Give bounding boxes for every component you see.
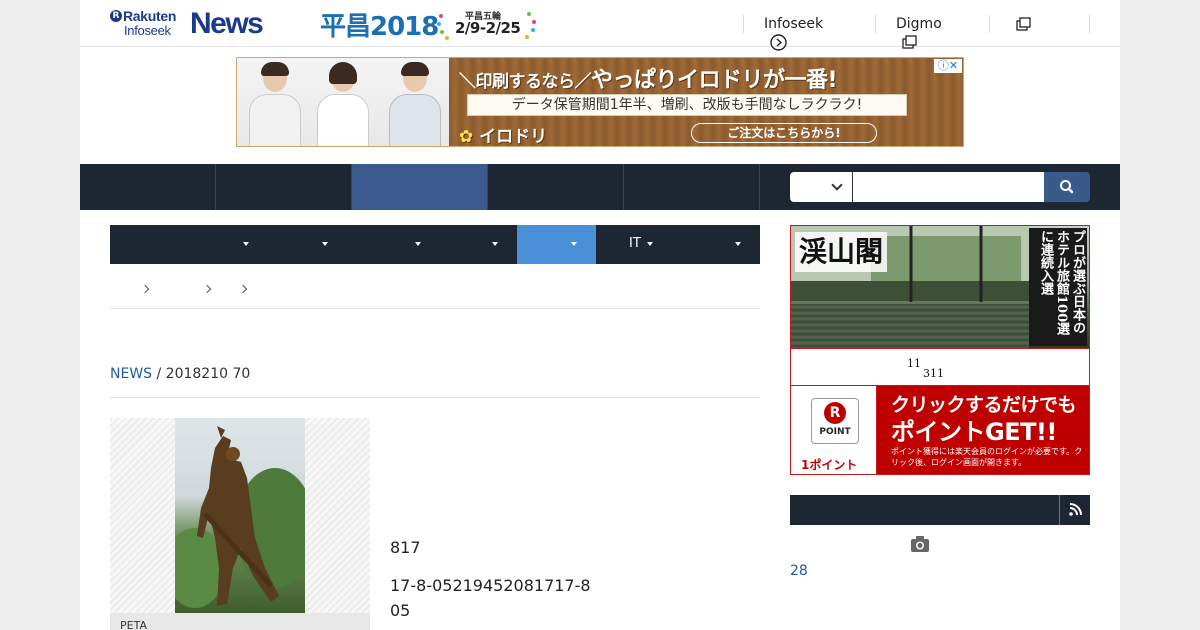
article-paragraph: 817 <box>390 538 421 557</box>
point-ad[interactable]: R POINT 1ポイント クリックするだけでも ポイントGET!! ポイント獲… <box>791 386 1089 474</box>
main-nav-tab-4[interactable] <box>488 164 624 210</box>
caret-down-icon[interactable] <box>571 242 577 246</box>
rakuten-mark-icon: R <box>110 10 122 22</box>
banner-headline: ＼印刷するなら／やっぱりイロドリが一番! <box>459 62 838 94</box>
banner-brand-name: イロドリ <box>479 127 548 147</box>
category-navigation: IT <box>110 225 760 264</box>
caret-down-icon[interactable] <box>735 242 741 246</box>
banner-ad[interactable]: ＼印刷するなら／やっぱりイロドリが一番! データ保管期間1年半、増刷、改版も手間… <box>236 57 964 147</box>
hotel-ad-line-b: 311 <box>923 367 944 380</box>
infoseek-link[interactable]: Infoseek <box>743 15 824 51</box>
rss-button[interactable] <box>1059 495 1090 525</box>
hotel-ad-line-a: 11 <box>907 357 921 370</box>
banner-tagline: データ保管期間1年半、増刷、改版も手間なしラクラク! <box>467 94 907 116</box>
main-navigation <box>80 164 1120 210</box>
point-ad-message: クリックするだけでも ポイントGET!! ポイント獲得には楽天会員のログインが必… <box>877 386 1089 474</box>
digmo-link[interactable]: Digmo <box>875 15 942 49</box>
infoseek-link-label: Infoseek <box>764 16 824 32</box>
ad-choices-icon[interactable]: ⓘ✕ <box>934 59 962 73</box>
logo-product-news: News <box>190 7 264 40</box>
rss-icon <box>1069 503 1082 516</box>
search-form <box>790 172 1090 202</box>
person-figure-1 <box>245 62 305 146</box>
site-logo[interactable]: R Rakuten Infoseek News <box>110 7 264 40</box>
chevron-down-icon <box>831 179 843 191</box>
category-tab-active[interactable] <box>517 225 596 264</box>
header-divider <box>1089 15 1090 33</box>
image-caption: PETA <box>110 613 370 630</box>
main-nav-tab-5[interactable] <box>624 164 760 210</box>
search-input[interactable] <box>852 172 1044 202</box>
rakuten-r-icon: R <box>824 402 846 424</box>
article-date: / 2018210 70 <box>152 366 251 382</box>
bath-water-image <box>791 304 1029 348</box>
arrow-circle-right-icon <box>770 33 787 51</box>
point-amount: 1ポイント <box>801 458 858 472</box>
ranking-item-number[interactable]: 28 <box>790 563 808 579</box>
banner-wood-panel: ＼印刷するなら／やっぱりイロドリが一番! データ保管期間1年半、増刷、改版も手間… <box>449 58 963 147</box>
caret-down-icon[interactable] <box>243 242 249 246</box>
banner-headline-main: やっぱりイロドリが一番! <box>591 68 838 93</box>
olympics-title: 平昌2018 <box>320 12 439 42</box>
hotel-ad-image: 渓山閣 プロが選ぶ日本のホテル旅館100選に連続入選 <box>791 226 1089 348</box>
digmo-link-label: Digmo <box>896 16 942 32</box>
main-nav-tab-1[interactable] <box>80 164 216 210</box>
statue-figure-icon <box>175 426 305 608</box>
article-meta: NEWS / 2018210 70 <box>110 366 760 398</box>
point-ad-line2: ポイントGET!! <box>891 418 1057 446</box>
site-header: R Rakuten Infoseek News 平昌2018 平昌五輪 2/9-… <box>80 0 1120 51</box>
point-badge-label: POINT <box>819 427 851 437</box>
category-item-it[interactable]: IT <box>629 236 641 251</box>
caret-down-icon[interactable] <box>647 242 653 246</box>
category-item-it-label: IT <box>629 236 641 251</box>
search-scope-select[interactable] <box>790 172 852 202</box>
logo-brand-infoseek: Infoseek <box>124 23 171 38</box>
window-stack-icon <box>902 35 917 49</box>
page: R Rakuten Infoseek News 平昌2018 平昌五輪 2/9-… <box>80 0 1120 630</box>
main-nav-tab-2[interactable] <box>216 164 352 210</box>
banner-order-button[interactable]: ご注文はこちらから! <box>691 123 877 143</box>
rakuten-point-badge: R POINT <box>811 398 859 444</box>
caret-down-icon[interactable] <box>322 242 328 246</box>
logo-brand-rakuten: Rakuten <box>123 8 177 24</box>
chevron-right-icon <box>140 284 150 294</box>
banner-people-image <box>237 58 449 146</box>
external-window-link[interactable] <box>989 15 1031 33</box>
article-paragraph: 17-8-05219452081717-805 <box>390 576 591 620</box>
main-nav-tab-3-active[interactable] <box>352 164 488 210</box>
flower-icon: ✿ <box>459 127 474 147</box>
olympics-promo-link[interactable]: 平昌2018 平昌五輪 2/9-2/25 <box>320 6 540 42</box>
search-icon <box>1060 180 1074 194</box>
hotel-name: 渓山閣 <box>795 232 887 272</box>
article-source-link[interactable]: NEWS <box>110 366 152 382</box>
breadcrumb <box>110 264 760 309</box>
camera-icon <box>911 536 929 552</box>
statue-photo <box>175 418 305 613</box>
window-stack-icon <box>1016 17 1031 31</box>
sidebar-ad[interactable]: 渓山閣 プロが選ぶ日本のホテル旅館100選に連続入選 11 311 R POIN… <box>790 225 1090 475</box>
article-body: 817 17-8-05219452081717-805 <box>390 536 760 630</box>
point-ad-note: ポイント獲得には楽天会員のログインが必要です。クリック後、ログイン画面が開きます… <box>891 447 1083 467</box>
hotel-tagline: プロが選ぶ日本のホテル旅館100選に連続入選 <box>1029 228 1087 346</box>
hotel-ad-caption: 11 311 <box>791 348 1089 386</box>
person-figure-3 <box>385 62 445 146</box>
person-figure-2 <box>313 62 373 146</box>
caret-down-icon[interactable] <box>492 242 498 246</box>
chevron-right-icon <box>202 284 212 294</box>
olympics-dates: 2/9-2/25 <box>455 19 521 37</box>
search-button[interactable] <box>1044 172 1090 202</box>
caret-down-icon[interactable] <box>415 242 421 246</box>
chevron-right-icon <box>238 284 248 294</box>
article-image[interactable]: PETA <box>110 418 370 630</box>
banner-headline-prefix: ＼印刷するなら／ <box>459 72 592 92</box>
point-badge-panel: R POINT 1ポイント <box>791 386 877 474</box>
ranking-header <box>790 495 1090 525</box>
banner-brand: ✿ イロドリ <box>459 122 548 147</box>
